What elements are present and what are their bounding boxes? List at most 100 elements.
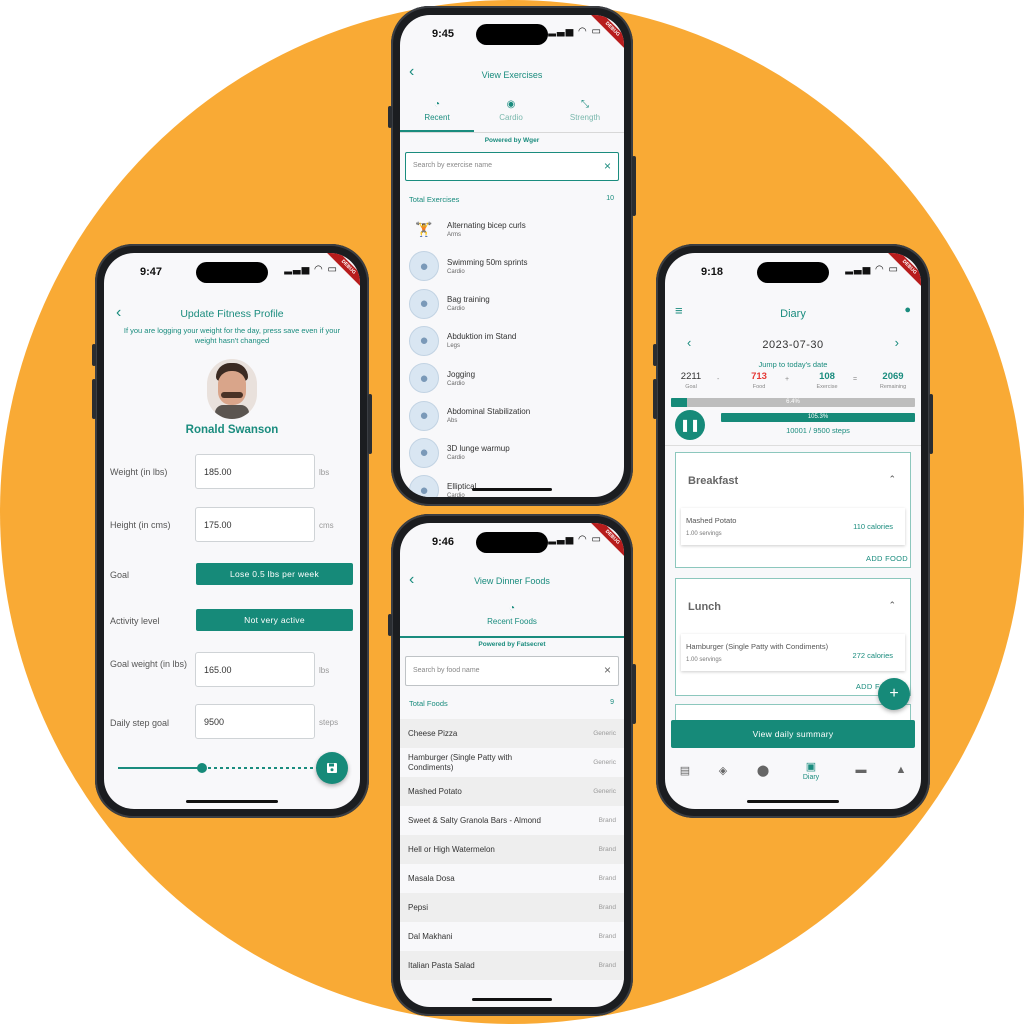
- step-goal-unit: steps: [319, 718, 339, 727]
- height-input[interactable]: 175.00: [195, 507, 315, 542]
- exercise-stat: 108 Exercise: [805, 371, 849, 390]
- tab-strength-label: Strength: [569, 113, 601, 122]
- exercise-list-item[interactable]: ● Abduktion im Stand Legs: [400, 324, 624, 358]
- goal-dropdown[interactable]: Lose 0.5 lbs per week: [196, 563, 353, 585]
- food-label: Food: [752, 384, 766, 390]
- step-slider[interactable]: [118, 762, 318, 774]
- step-goal-input[interactable]: 9500: [195, 704, 315, 739]
- food-type: Generic: [593, 759, 616, 766]
- phone-profile: 9:47 ▂▃▅ ◠ ▭ DEBUG ‹ Update Fitness Prof…: [92, 244, 372, 818]
- total-foods-label: Total Foods: [409, 699, 448, 708]
- exercise-label: Exercise: [816, 384, 838, 390]
- nav-diary[interactable]: ▣ Diary: [793, 760, 829, 781]
- diary-book-icon: ▣: [805, 761, 817, 773]
- weight-label: Weight (in lbs): [110, 467, 168, 477]
- slider-thumb[interactable]: [197, 763, 207, 773]
- jump-today-link[interactable]: Jump to today's date: [665, 360, 921, 369]
- tab-recent[interactable]: ◔ Recent: [400, 99, 474, 122]
- tab-recent-label: Recent: [424, 113, 450, 122]
- home-indicator: [747, 800, 839, 803]
- food-type: Brand: [598, 817, 616, 824]
- view-daily-summary-button[interactable]: View daily summary: [671, 720, 915, 748]
- weight-unit: lbs: [319, 468, 330, 477]
- status-icons: ▂▃▅ ◠ ▭: [548, 534, 602, 545]
- person-avatar-icon: ●: [409, 363, 439, 394]
- person-avatar-icon: ●: [409, 400, 439, 431]
- exercise-name: Alternating bicep curls: [447, 220, 526, 230]
- phone-exercises: 9:45 ▂▃▅ ◠ ▭ DEBUG ‹ View Exercises ◔ Re…: [388, 6, 636, 506]
- food-list-item[interactable]: Italian Pasta Salad Brand: [400, 951, 624, 980]
- nav-bell-icon[interactable]: ▲: [891, 764, 911, 776]
- home-indicator: [186, 800, 278, 803]
- clear-icon[interactable]: ×: [604, 663, 611, 677]
- lunch-food-servings: 1.00 servings: [686, 657, 722, 663]
- exercise-list-item[interactable]: 🏋 Alternating bicep curls Arms: [400, 212, 624, 246]
- plus-icon: +: [889, 685, 899, 702]
- collapse-icon[interactable]: ⌃: [888, 600, 896, 611]
- save-button[interactable]: [316, 752, 348, 784]
- food-list-item[interactable]: Hamburger (Single Patty with Condiments)…: [400, 748, 624, 777]
- exercise-value: 108: [819, 371, 835, 382]
- food-list-item[interactable]: Sweet & Salty Granola Bars - Almond Brand: [400, 806, 624, 835]
- search-input[interactable]: Search by exercise name ×: [405, 152, 619, 181]
- exercise-list-item[interactable]: ● Swimming 50m sprints Cardio: [400, 249, 624, 283]
- add-fab-button[interactable]: +: [878, 678, 910, 710]
- food-list-item[interactable]: Cheese Pizza Generic: [400, 719, 624, 748]
- activity-dropdown[interactable]: Not very active: [196, 609, 353, 631]
- exercise-list-item[interactable]: ● Bag training Cardio: [400, 287, 624, 321]
- breakfast-food-servings: 1.00 servings: [686, 531, 722, 537]
- add-food-button[interactable]: ADD FOOD: [866, 554, 908, 563]
- exercise-category: Cardio: [447, 492, 465, 497]
- history-icon: ◔: [508, 603, 516, 614]
- steps-text: 10001 / 9500 steps: [786, 426, 850, 435]
- clear-icon[interactable]: ×: [604, 159, 611, 173]
- footsteps-icon: ❚❚: [679, 418, 701, 432]
- goal-weight-input[interactable]: 165.00: [195, 652, 315, 687]
- tab-strength[interactable]: ⤡ Strength: [548, 99, 622, 122]
- person-avatar-icon: ●: [409, 437, 439, 468]
- search-placeholder: Search by exercise name: [413, 162, 492, 169]
- lunch-title: Lunch: [688, 601, 721, 613]
- exercise-list-item[interactable]: ● Jogging Cardio: [400, 361, 624, 395]
- step-progress-bar: 105.3%: [721, 413, 915, 422]
- exercise-category: Arms: [447, 231, 461, 238]
- exercise-list-item[interactable]: ● Abdominal Stabilization Abs: [400, 399, 624, 433]
- food-type: Brand: [598, 846, 616, 853]
- food-list-item[interactable]: Pepsi Brand: [400, 893, 624, 922]
- food-list-item[interactable]: Hell or High Watermelon Brand: [400, 835, 624, 864]
- lunch-food-name: Hamburger (Single Patty with Condiments): [686, 642, 829, 651]
- exercise-list-item[interactable]: ● 3D lunge warmup Cardio: [400, 436, 624, 470]
- nav-explore-icon[interactable]: ◈: [713, 764, 733, 777]
- food-name: Italian Pasta Salad: [408, 960, 475, 970]
- lunch-food-item[interactable]: Hamburger (Single Patty with Condiments)…: [681, 634, 905, 671]
- profile-name: Ronald Swanson: [185, 424, 279, 436]
- phone-diary: 9:18 ▂▃▅ ◠ ▭ DEBUG ≡ Diary ● ‹ 2023-07-3…: [653, 244, 933, 818]
- status-icons: ▂▃▅ ◠ ▭: [845, 264, 899, 275]
- person-avatar-icon: ●: [409, 475, 439, 497]
- weight-input[interactable]: 185.00: [195, 454, 315, 489]
- powered-by: Powered by Fatsecret: [478, 641, 546, 648]
- height-value: 175.00: [204, 519, 232, 530]
- next-date-icon[interactable]: ›: [895, 335, 899, 350]
- nav-location-icon[interactable]: ⬤: [753, 764, 773, 777]
- nav-chat-icon[interactable]: ▬: [851, 764, 871, 776]
- profile-screen: 9:47 ▂▃▅ ◠ ▭ DEBUG ‹ Update Fitness Prof…: [104, 253, 360, 809]
- search-input[interactable]: Search by food name ×: [405, 656, 619, 686]
- food-list-item[interactable]: Masala Dosa Brand: [400, 864, 624, 893]
- step-goal-value: 9500: [204, 716, 225, 727]
- nav-dashboard-icon[interactable]: ▤: [675, 764, 695, 777]
- profile-icon[interactable]: ●: [904, 304, 911, 316]
- food-list-item[interactable]: Dal Makhani Brand: [400, 922, 624, 951]
- cardio-icon: ◉: [506, 99, 516, 110]
- food-list-item[interactable]: Mashed Potato Generic: [400, 777, 624, 806]
- breakfast-food-item[interactable]: Mashed Potato 1.00 servings 110 calories: [681, 508, 905, 545]
- diary-screen: 9:18 ▂▃▅ ◠ ▭ DEBUG ≡ Diary ● ‹ 2023-07-3…: [665, 253, 921, 809]
- exercise-category: Abs: [447, 418, 458, 424]
- collapse-icon[interactable]: ⌃: [888, 474, 896, 485]
- goal-value: 2211: [680, 371, 702, 382]
- height-unit: cms: [319, 521, 334, 530]
- equals-sign: =: [853, 376, 858, 383]
- tab-recent-foods[interactable]: ◔ Recent Foods: [400, 603, 624, 626]
- tab-cardio[interactable]: ◉ Cardio: [474, 99, 548, 122]
- exercise-list-item[interactable]: ● Elliptical Cardio: [400, 473, 624, 497]
